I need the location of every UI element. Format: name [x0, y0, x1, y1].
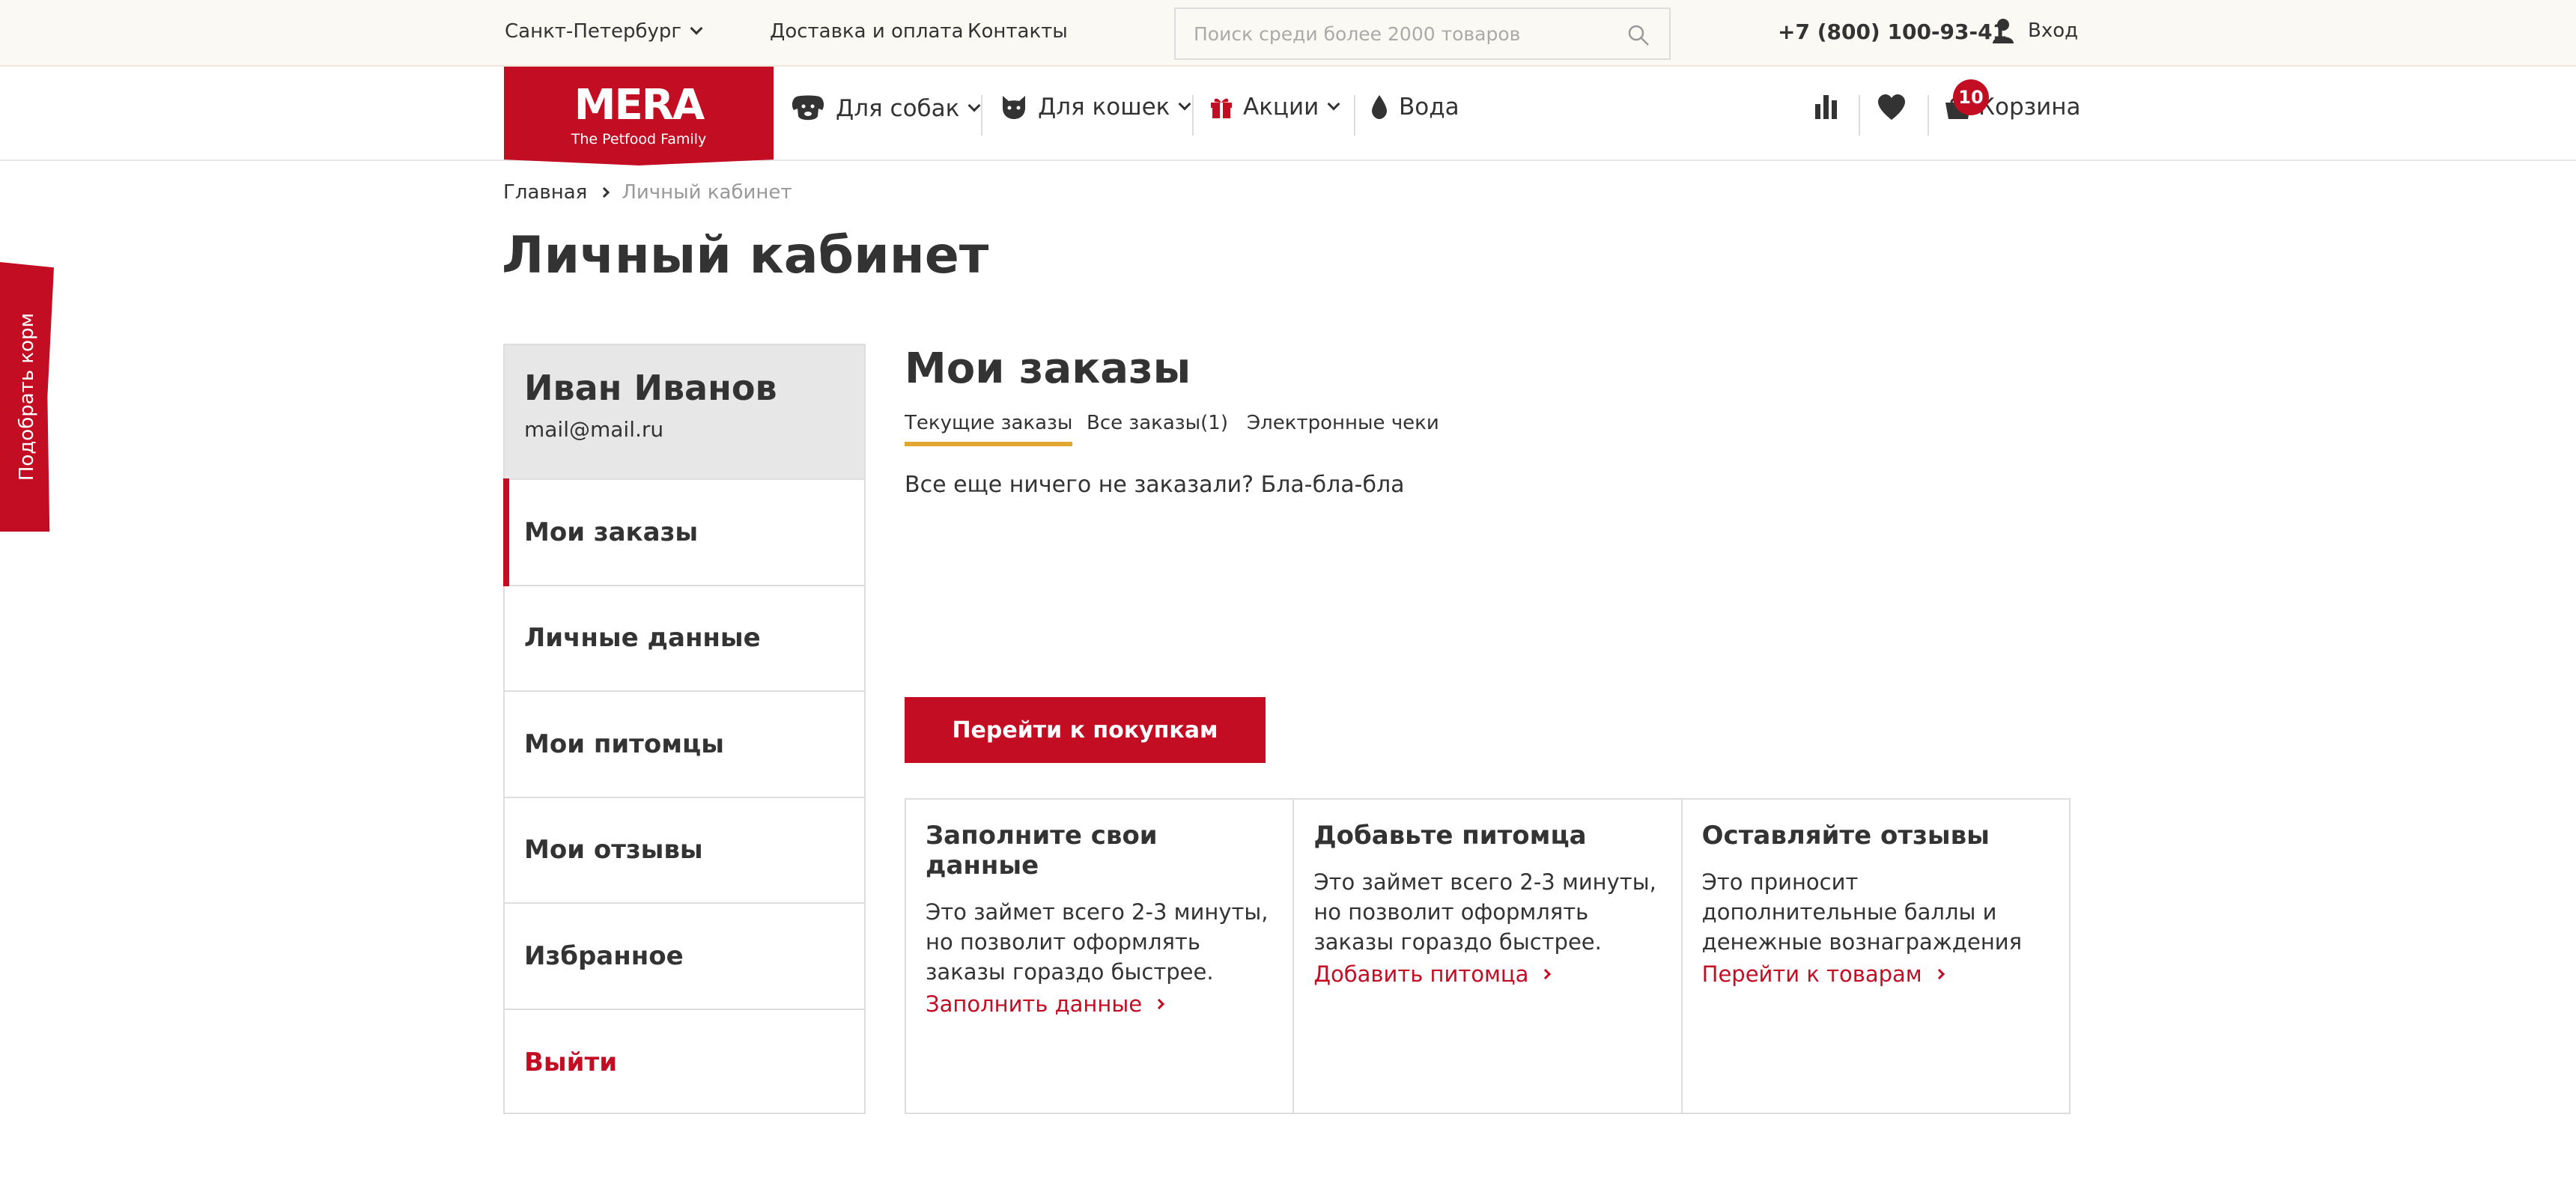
logo-tagline: The Petfood Family [571, 131, 707, 148]
nav-sales-label: Акции [1243, 94, 1319, 121]
nav-divider [1354, 95, 1355, 136]
nav-divider [981, 95, 982, 136]
phone-number[interactable]: +7 (800) 100-93-41 [1778, 19, 2007, 44]
breadcrumb-home[interactable]: Главная [503, 181, 587, 204]
nav-divider [1192, 95, 1194, 136]
chevron-down-icon [690, 22, 703, 35]
chevron-down-icon [1327, 97, 1340, 111]
breadcrumb-current: Личный кабинет [622, 181, 792, 204]
search-box [1174, 7, 1671, 60]
nav-cats-label: Для кошек [1038, 94, 1170, 121]
cart-count-badge: 10 [1953, 79, 1989, 115]
delivery-link[interactable]: Доставка и оплата [770, 20, 964, 43]
chevron-down-icon [1178, 97, 1191, 111]
nav-water[interactable]: Вода [1370, 94, 1459, 121]
search-input[interactable] [1176, 9, 1669, 58]
top-bar: Санкт-Петербург Доставка и оплата Контак… [0, 0, 2576, 67]
gift-icon [1211, 98, 1232, 118]
tab-current-orders[interactable]: Текущие заказы [905, 412, 1073, 446]
bar-chart-icon [1815, 95, 1837, 119]
card-title: Оставляйте отзывы [1701, 821, 1990, 851]
card-link-label: Перейти к товарам [1701, 961, 1922, 987]
nav-cats[interactable]: Для кошек [1000, 94, 1191, 121]
logo[interactable]: MERA The Petfood Family [504, 67, 774, 165]
card-link-label: Заполнить данные [926, 991, 1143, 1017]
profile-header: Иван Иванов mail@mail.ru [505, 345, 864, 480]
tip-card: Добавьте питомца Это займет всего 2-3 ми… [1294, 800, 1683, 1113]
go-to-products-link[interactable]: Перейти к товарам [1702, 961, 2050, 987]
nav-water-label: Вода [1399, 94, 1459, 121]
chevron-right-icon [599, 186, 610, 198]
page-title: Личный кабинет [502, 226, 989, 285]
card-title: Заполните свои данные [926, 821, 1158, 881]
logo-text: MERA [574, 81, 705, 130]
nav-divider [1928, 95, 1929, 136]
city-label: Санкт-Петербург [505, 20, 682, 43]
tip-card: Оставляйте отзывы Это приносит дополните… [1683, 800, 2069, 1113]
city-selector[interactable]: Санкт-Петербург [505, 20, 703, 43]
card-text: Это приносит дополнительные баллы и дене… [1701, 869, 2023, 955]
user-name: Иван Иванов [524, 368, 777, 408]
drop-icon [1372, 95, 1387, 119]
breadcrumb: Главная Личный кабинет [503, 181, 792, 204]
menu-my-orders[interactable]: Мои заказы [503, 478, 864, 586]
menu-personal-data[interactable]: Личные данные [505, 586, 864, 692]
chevron-right-icon [1154, 998, 1165, 1010]
card-text: Это займет всего 2-3 минуты, но позволит… [1313, 869, 1656, 955]
section-title: Мои заказы [905, 344, 1191, 393]
card-text: Это займет всего 2-3 минуты, но позволит… [926, 899, 1269, 985]
add-pet-link[interactable]: Добавить питомца [1313, 961, 1661, 987]
login-button[interactable]: Вход [1992, 18, 2078, 43]
search-icon[interactable] [1627, 24, 1650, 46]
nav-dogs-label: Для собак [836, 95, 960, 122]
chevron-right-icon [1933, 968, 1945, 980]
tab-receipts[interactable]: Электронные чеки [1247, 412, 1439, 442]
chevron-down-icon [967, 99, 981, 112]
profile-sidebar: Иван Иванов mail@mail.ru Мои заказы Личн… [503, 344, 866, 1114]
menu-my-pets[interactable]: Мои питомцы [505, 692, 864, 798]
favorites-button[interactable] [1877, 94, 1907, 121]
pick-food-tab[interactable]: Подобрать корм [0, 262, 54, 532]
user-icon [1993, 19, 2014, 43]
nav-sales[interactable]: Акции [1210, 94, 1340, 121]
fill-data-link[interactable]: Заполнить данные [926, 991, 1273, 1017]
cart-label: Корзина [1978, 94, 2081, 121]
nav-divider [1859, 95, 1860, 136]
dog-icon [792, 95, 824, 121]
card-title: Добавьте питомца [1313, 821, 1587, 851]
pick-food-label: Подобрать корм [16, 312, 38, 481]
cat-icon [1003, 96, 1025, 119]
heart-icon [1878, 94, 1905, 120]
menu-logout[interactable]: Выйти [505, 1010, 864, 1116]
tips-cards: Заполните свои данные Это займет всего 2… [905, 798, 2071, 1114]
menu-my-reviews[interactable]: Мои отзывы [505, 798, 864, 904]
login-label: Вход [2028, 19, 2079, 42]
chevron-right-icon [1540, 968, 1552, 980]
nav-dogs[interactable]: Для собак [791, 94, 981, 124]
contacts-link[interactable]: Контакты [967, 20, 1068, 43]
user-email: mail@mail.ru [524, 417, 664, 442]
compare-button[interactable] [1814, 94, 1839, 119]
empty-orders-text: Все еще ничего не заказали? Бла-бла-бла [905, 472, 1405, 498]
tab-all-orders[interactable]: Все заказы(1) [1087, 412, 1228, 442]
main-nav: MERA The Petfood Family Для собак Для ко… [0, 67, 2576, 165]
tip-card: Заполните свои данные Это займет всего 2… [906, 800, 1295, 1113]
menu-favorites[interactable]: Избранное [505, 904, 864, 1010]
go-shopping-button[interactable]: Перейти к покупкам [905, 697, 1266, 763]
card-link-label: Добавить питомца [1313, 961, 1529, 987]
